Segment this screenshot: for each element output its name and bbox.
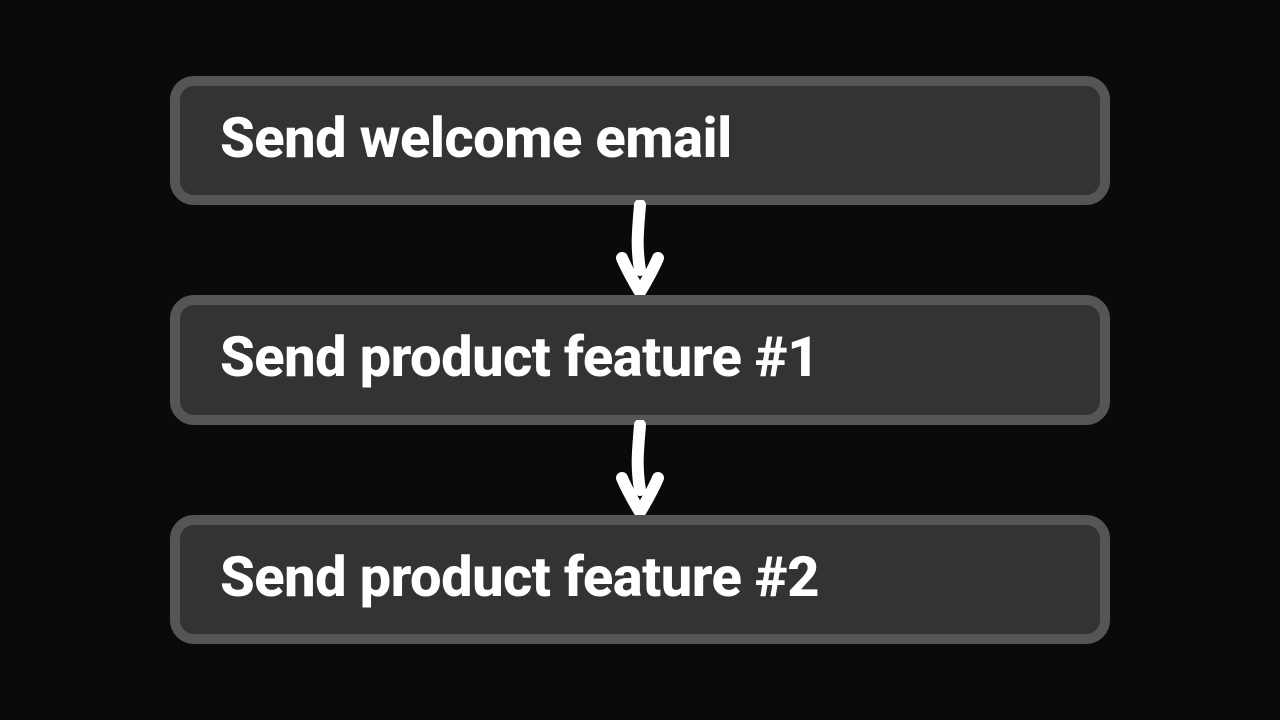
flow-diagram: Send welcome email Send product feature …	[0, 0, 1280, 720]
flow-step-1: Send welcome email	[170, 76, 1110, 206]
arrow-1	[610, 205, 670, 295]
arrow-down-icon	[610, 420, 670, 520]
flow-step-2: Send product feature #1	[170, 295, 1110, 425]
arrow-2	[610, 425, 670, 515]
flow-step-2-label: Send product feature #1	[220, 324, 819, 390]
arrow-down-icon	[610, 200, 670, 300]
flow-step-3-label: Send product feature #2	[220, 544, 819, 610]
flow-step-3: Send product feature #2	[170, 515, 1110, 645]
flow-step-1-label: Send welcome email	[220, 105, 732, 171]
